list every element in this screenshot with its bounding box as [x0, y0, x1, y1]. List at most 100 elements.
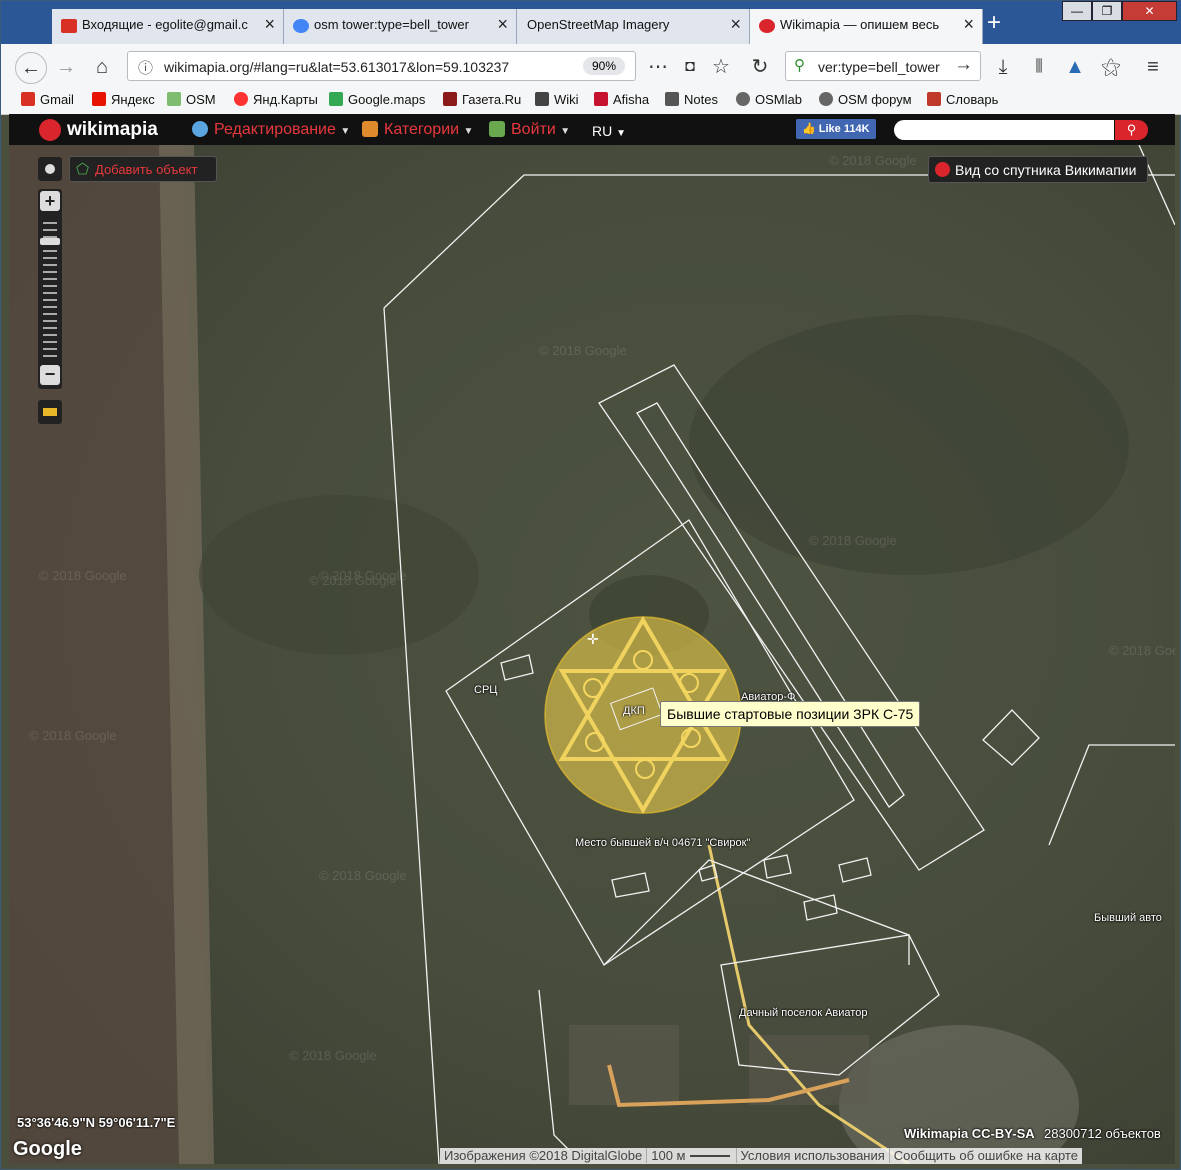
bookmark-wiki[interactable]: Wiki — [535, 92, 579, 107]
maximize-button[interactable]: ❐ — [1092, 1, 1122, 21]
satellite-imagery: © 2018 Google © 2018 Google © 2018 Googl… — [9, 145, 1175, 1164]
menu-language[interactable]: RU ▼ — [592, 123, 626, 139]
chevron-down-icon: ▼ — [616, 128, 627, 139]
menu-icon[interactable]: ≡ — [1138, 52, 1168, 82]
info-icon[interactable]: ⓘ — [138, 57, 153, 78]
search-bar[interactable]: ⚲ ver:type=bell_tower → — [785, 51, 981, 81]
facebook-like-button[interactable]: 👍 Like 114K — [796, 119, 876, 139]
pocket-icon[interactable]: ◘ — [675, 52, 705, 82]
close-icon[interactable]: × — [730, 14, 741, 35]
nav-bar: ← → ⌂ ⓘ wikimapia.org/#lang=ru&lat=53.61… — [1, 44, 1181, 88]
menu-login[interactable]: Войти ▼ — [489, 121, 570, 139]
sync-icon[interactable]: ▲ — [1060, 52, 1090, 82]
wikimapia-logo[interactable]: wikimapia — [67, 119, 158, 141]
svg-text:© 2018 Google: © 2018 Google — [809, 533, 897, 548]
search-go-icon[interactable]: → — [954, 54, 973, 76]
ruler-icon — [43, 408, 57, 416]
add-object-label: Добавить объект — [95, 162, 198, 177]
chevron-down-icon: ▼ — [560, 126, 571, 137]
map-label-military-unit[interactable]: Место бывшей в/ч 04671 "Свирок" — [575, 837, 750, 849]
close-icon[interactable]: × — [264, 14, 275, 35]
add-object-button[interactable]: ⬠ Добавить объект — [69, 156, 217, 182]
bookmark-star-icon[interactable]: ☆ — [706, 52, 736, 82]
bookmarks-bar: Gmail Яндекс OSM Янд.Карты Google.maps Г… — [1, 88, 1181, 115]
menu-categories[interactable]: Категории ▼ — [362, 121, 473, 139]
new-tab-button[interactable]: + — [987, 9, 1001, 37]
gmail-icon — [61, 19, 77, 33]
bookmark-afisha[interactable]: Afisha — [594, 92, 649, 107]
chevron-down-icon: ▼ — [340, 126, 351, 137]
bookmark-osm-forum[interactable]: OSM форум — [819, 92, 912, 107]
extension-icon[interactable]: ⚝ — [1096, 52, 1126, 82]
thumbs-up-icon: 👍 — [802, 123, 816, 135]
close-icon[interactable]: × — [963, 14, 974, 35]
tab-wikimapia[interactable]: Wikimapia — опишем весь × — [750, 9, 983, 44]
osm-icon — [167, 92, 181, 106]
crosshair-cursor-icon: ✛ — [587, 631, 599, 647]
tab-label: osm tower:type=bell_tower — [314, 17, 469, 32]
add-polygon-icon: ⬠ — [76, 161, 90, 178]
bookmark-google-maps[interactable]: Google.maps — [329, 92, 425, 107]
rss-icon — [665, 92, 679, 106]
satellite-view-label: Вид со спутника Викимапии — [955, 162, 1137, 178]
google-logo: Google — [13, 1138, 82, 1160]
bookmark-gazeta[interactable]: Газета.Ru — [443, 92, 521, 107]
imagery-credit: Изображения ©2018 DigitalGlobe — [444, 1148, 643, 1163]
satellite-map[interactable]: © 2018 Google © 2018 Google © 2018 Googl… — [9, 145, 1175, 1164]
downloads-icon[interactable]: ⤓ — [988, 52, 1018, 82]
tab-osm-tower[interactable]: osm tower:type=bell_tower × — [284, 9, 517, 44]
url-text[interactable]: wikimapia.org/#lang=ru&lat=53.613017&lon… — [164, 59, 574, 75]
more-actions-icon[interactable]: ⋯ — [643, 52, 673, 82]
license-link[interactable]: Wikimapia CC-BY-SA — [904, 1126, 1035, 1141]
tab-osm-imagery[interactable]: OpenStreetMap Imagery × — [517, 9, 750, 44]
zoom-out-button[interactable]: − — [40, 365, 60, 385]
svg-text:© 2018 Google: © 2018 Google — [29, 728, 117, 743]
tab-label: OpenStreetMap Imagery — [527, 17, 670, 32]
globe-icon — [736, 92, 750, 106]
reload-icon[interactable]: ↻ — [745, 52, 775, 82]
search-icon: ⚲ — [1126, 122, 1137, 137]
minimize-button[interactable]: — — [1062, 1, 1092, 21]
wikipedia-icon — [535, 92, 549, 106]
ruler-button[interactable] — [38, 400, 62, 424]
close-window-button[interactable]: ✕ — [1122, 1, 1177, 21]
home-button[interactable]: ⌂ — [87, 52, 117, 82]
tab-gmail[interactable]: Входящие - egolite@gmail.c × — [52, 9, 284, 44]
map-label-dacha[interactable]: Дачный поселок Авиатор — [739, 1007, 867, 1019]
map-pin-icon — [234, 92, 248, 106]
back-button[interactable]: ← — [15, 52, 47, 84]
bookmark-osm[interactable]: OSM — [167, 92, 216, 107]
bookmark-osmlab[interactable]: OSMlab — [736, 92, 802, 107]
wikimapia-header: wikimapia Редактирование ▼ Категории ▼ В… — [9, 114, 1175, 145]
close-icon[interactable]: × — [497, 14, 508, 35]
wikimapia-search-input[interactable] — [894, 120, 1114, 140]
terms-link[interactable]: Условия использования — [735, 1148, 889, 1163]
tab-label: Входящие - egolite@gmail.c — [82, 17, 248, 32]
report-error-link[interactable]: Сообщить об ошибке на карте — [888, 1148, 1082, 1163]
forward-button[interactable]: → — [51, 52, 81, 82]
wikimapia-search-button[interactable]: ⚲ — [1115, 120, 1148, 140]
bookmark-yandex-maps[interactable]: Янд.Карты — [234, 92, 318, 107]
zoom-in-button[interactable]: + — [40, 191, 60, 211]
menu-edit[interactable]: Редактирование ▼ — [192, 121, 350, 139]
search-input[interactable]: ver:type=bell_tower — [818, 59, 948, 75]
svg-text:© 2018 Google: © 2018 Google — [289, 1048, 377, 1063]
location-button[interactable] — [38, 157, 62, 181]
afisha-icon — [594, 92, 608, 106]
map-label-src[interactable]: СРЦ — [474, 684, 497, 696]
google-icon — [293, 19, 309, 33]
tab-label: Wikimapia — опишем весь — [780, 17, 940, 32]
bookmark-yandex[interactable]: Яндекс — [92, 92, 155, 107]
svg-text:© 2018 Google: © 2018 Google — [829, 153, 917, 168]
bookmark-gmail[interactable]: Gmail — [21, 92, 74, 107]
bookmark-notes[interactable]: Notes — [665, 92, 718, 107]
dictionary-icon — [927, 92, 941, 106]
zoom-level[interactable]: 90% — [583, 57, 625, 75]
library-icon[interactable]: ⫼ — [1024, 52, 1054, 82]
map-label-dkp[interactable]: ДКП — [623, 705, 645, 717]
bookmark-dictionary[interactable]: Словарь — [927, 92, 998, 107]
map-label-former-auto[interactable]: Бывший авто — [1094, 912, 1162, 924]
zoom-slider-handle[interactable] — [40, 238, 60, 245]
url-bar[interactable]: ⓘ wikimapia.org/#lang=ru&lat=53.613017&l… — [127, 51, 636, 81]
satellite-view-button[interactable]: Вид со спутника Викимапии — [928, 156, 1148, 183]
